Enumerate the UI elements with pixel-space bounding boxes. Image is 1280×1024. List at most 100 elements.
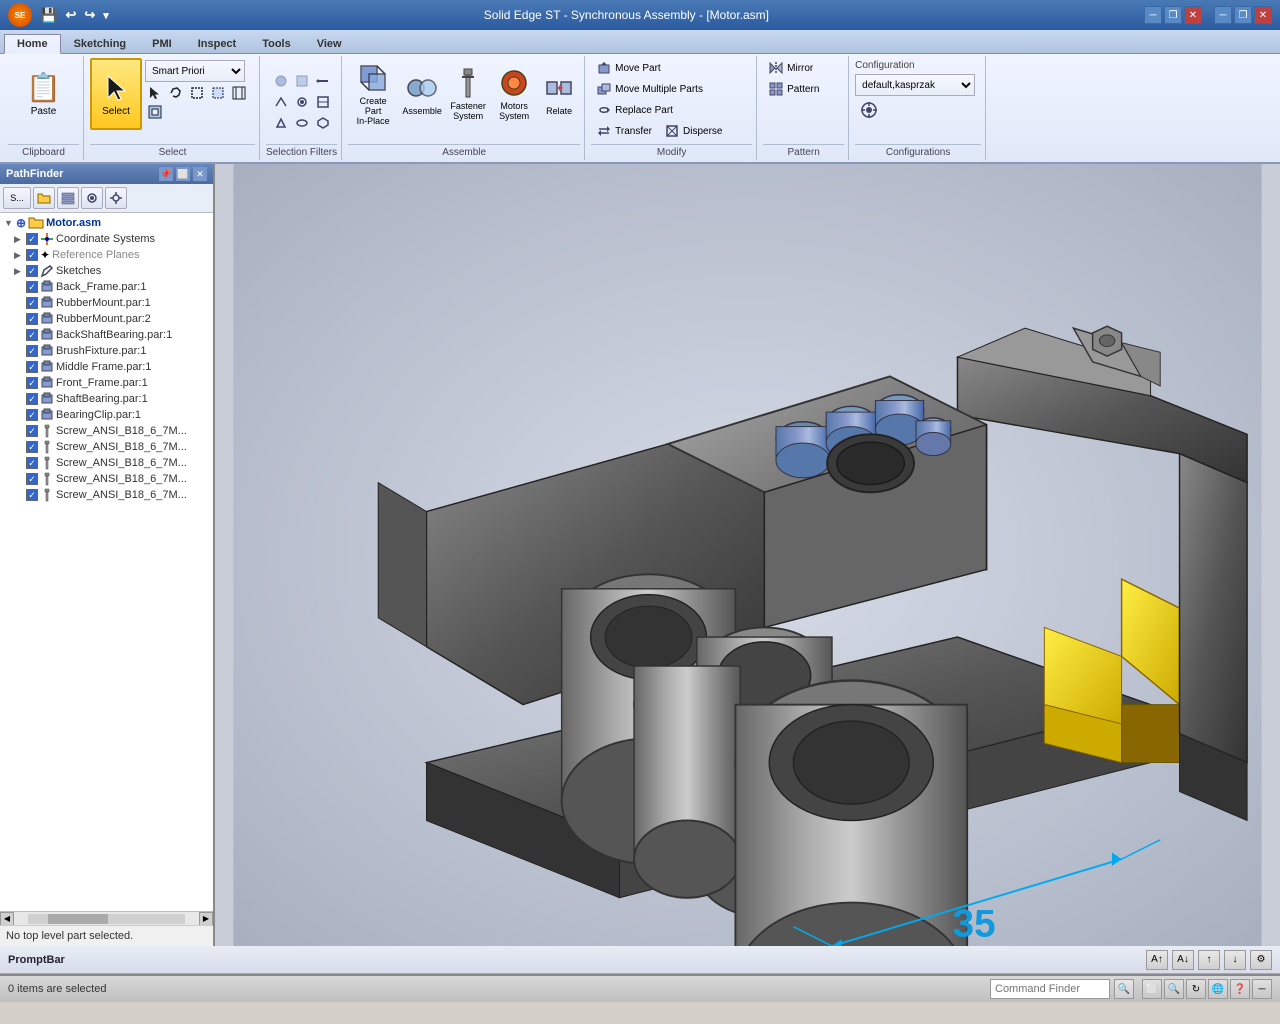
tab-tools[interactable]: Tools [249, 34, 304, 53]
checkbox-bearclip[interactable]: ✓ [26, 409, 38, 421]
command-finder-search[interactable]: 🔍 [1114, 979, 1134, 999]
tree-item-brushfix[interactable]: ✓BrushFixture.par:1 [0, 343, 213, 359]
move-part-button[interactable]: Move Part [591, 58, 666, 78]
relate-button[interactable]: Relate [538, 58, 580, 130]
settings-button[interactable]: ⚙ [1250, 950, 1272, 970]
checkbox-backshaft[interactable]: ✓ [26, 329, 38, 341]
config-manage-button[interactable] [855, 99, 883, 121]
tree-item-screw4[interactable]: ✓Screw_ANSI_B18_6_7M... [0, 471, 213, 487]
filter-btn-6[interactable] [313, 92, 333, 112]
expand-sketches[interactable]: ▶ [14, 266, 24, 277]
viewport[interactable]: 35 [215, 164, 1280, 946]
assemble-button[interactable]: Assemble [400, 58, 444, 130]
status-icon-3[interactable]: ↻ [1186, 979, 1206, 999]
pf-search-button[interactable]: S... [3, 187, 31, 209]
tree-item-rubber2[interactable]: ✓RubberMount.par:2 [0, 311, 213, 327]
select-button[interactable]: Select [90, 58, 142, 130]
tree-item-middle[interactable]: ✓Middle Frame.par:1 [0, 359, 213, 375]
checkbox-coord[interactable]: ✓ [26, 233, 38, 245]
mirror-button[interactable]: Mirror [763, 58, 818, 78]
tree-item-coord[interactable]: ▶ ✓ Coordinate Systems [0, 231, 213, 247]
pathfinder-close-button[interactable]: ✕ [193, 167, 207, 181]
app-minimize-button[interactable]: ─ [1214, 6, 1232, 24]
paint-select-btn[interactable] [229, 84, 249, 102]
pathfinder-scrollbar-h[interactable]: ◀ ▶ [0, 911, 213, 925]
checkbox-screw3[interactable]: ✓ [26, 457, 38, 469]
pathfinder-dock-button[interactable]: ⬜ [176, 167, 190, 181]
create-part-button[interactable]: Create PartIn-Place [348, 58, 398, 130]
smart-priority-select[interactable]: Smart Priori Face Priority Edge Priority… [145, 60, 245, 82]
status-icon-5[interactable]: ❓ [1230, 979, 1250, 999]
quickaccess-undo[interactable]: ↩ [65, 7, 76, 23]
command-finder-input[interactable] [990, 979, 1110, 999]
tree-item-back_frame[interactable]: ✓Back_Frame.par:1 [0, 279, 213, 295]
checkbox-rubber1[interactable]: ✓ [26, 297, 38, 309]
tab-home[interactable]: Home [4, 34, 61, 54]
status-icon-1[interactable]: ⬜ [1142, 979, 1162, 999]
tab-pmi[interactable]: PMI [139, 34, 185, 53]
scroll-right-button[interactable]: ▶ [199, 912, 213, 926]
tree-item-bearclip[interactable]: ✓BearingClip.par:1 [0, 407, 213, 423]
filter-btn-3[interactable] [313, 71, 333, 91]
filter-btn-2[interactable] [292, 71, 312, 91]
paste-button[interactable]: 📋 Paste [18, 58, 70, 130]
tab-view[interactable]: View [304, 34, 355, 53]
checkbox-shaftbear[interactable]: ✓ [26, 393, 38, 405]
minimize-button[interactable]: ─ [1144, 6, 1162, 24]
tree-item-screw2[interactable]: ✓Screw_ANSI_B18_6_7M... [0, 439, 213, 455]
tab-sketching[interactable]: Sketching [61, 34, 140, 53]
filter-btn-4[interactable] [271, 92, 291, 112]
tree-item-root[interactable]: ▼ ⊕ Motor.asm [0, 215, 213, 231]
tree-item-shaftbear[interactable]: ✓ShaftBearing.par:1 [0, 391, 213, 407]
fence-select-btn[interactable] [208, 84, 228, 102]
checkbox-brushfix[interactable]: ✓ [26, 345, 38, 357]
pattern-button[interactable]: Pattern [763, 79, 824, 99]
pf-visibility-button[interactable] [81, 187, 103, 209]
restore-button[interactable]: ❐ [1164, 6, 1182, 24]
app-close-button[interactable]: ✕ [1254, 6, 1272, 24]
status-icon-4[interactable]: 🌐 [1208, 979, 1228, 999]
close-button[interactable]: ✕ [1184, 6, 1202, 24]
cursor-select-btn[interactable] [145, 84, 165, 102]
tree-item-screw1[interactable]: ✓Screw_ANSI_B18_6_7M... [0, 423, 213, 439]
font-increase-button[interactable]: A↑ [1146, 950, 1168, 970]
filter-select-btn[interactable] [145, 103, 165, 121]
quickaccess-save[interactable]: 💾 [40, 7, 57, 24]
font-decrease-button[interactable]: A↓ [1172, 950, 1194, 970]
scroll-thumb[interactable] [48, 914, 108, 924]
filter-btn-5[interactable] [292, 92, 312, 112]
lasso-select-btn[interactable] [166, 84, 186, 102]
expand-coord[interactable]: ▶ [14, 234, 24, 245]
expand-root[interactable]: ▼ [4, 218, 14, 228]
quickaccess-redo[interactable]: ↪ [84, 7, 95, 23]
status-icon-6[interactable]: ─ [1252, 979, 1272, 999]
pf-list-button[interactable] [57, 187, 79, 209]
checkbox-rubber2[interactable]: ✓ [26, 313, 38, 325]
pathfinder-pin-button[interactable]: 📌 [159, 167, 173, 181]
motors-button[interactable]: MotorsSystem [492, 58, 536, 130]
checkbox-screw5[interactable]: ✓ [26, 489, 38, 501]
checkbox-sketches[interactable]: ✓ [26, 265, 38, 277]
filter-btn-7[interactable] [271, 113, 291, 133]
box-select-btn[interactable] [187, 84, 207, 102]
tree-item-front[interactable]: ✓Front_Frame.par:1 [0, 375, 213, 391]
checkbox-front[interactable]: ✓ [26, 377, 38, 389]
checkbox-screw1[interactable]: ✓ [26, 425, 38, 437]
checkbox-middle[interactable]: ✓ [26, 361, 38, 373]
expand-refplanes[interactable]: ▶ [14, 250, 24, 261]
scroll-up-button[interactable]: ↑ [1198, 950, 1220, 970]
checkbox-refplanes[interactable]: ✓ [26, 249, 38, 261]
status-icon-2[interactable]: 🔍 [1164, 979, 1184, 999]
fastener-button[interactable]: FastenerSystem [446, 58, 490, 130]
checkbox-back_frame[interactable]: ✓ [26, 281, 38, 293]
filter-btn-8[interactable] [292, 113, 312, 133]
tree-item-refplanes[interactable]: ▶ ✓ ✦ Reference Planes [0, 247, 213, 263]
filter-btn-9[interactable] [313, 113, 333, 133]
app-restore-button[interactable]: ❐ [1234, 6, 1252, 24]
tree-item-sketches[interactable]: ▶ ✓ Sketches [0, 263, 213, 279]
checkbox-screw2[interactable]: ✓ [26, 441, 38, 453]
tree-item-screw5[interactable]: ✓Screw_ANSI_B18_6_7M... [0, 487, 213, 503]
tree-item-rubber1[interactable]: ✓RubberMount.par:1 [0, 295, 213, 311]
pf-settings-button[interactable] [105, 187, 127, 209]
move-multiple-parts-button[interactable]: Move Multiple Parts [591, 79, 708, 99]
